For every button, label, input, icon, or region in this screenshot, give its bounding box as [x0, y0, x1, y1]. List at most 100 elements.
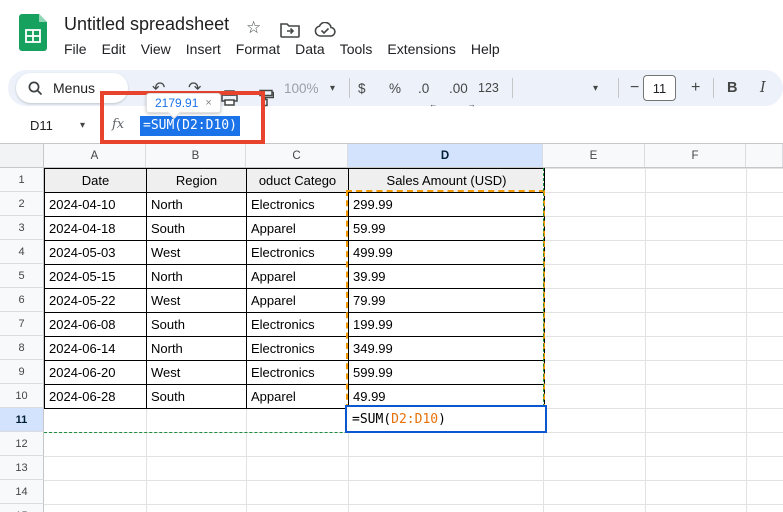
column-header-d[interactable]: D [348, 144, 543, 168]
table-cell[interactable]: Apparel [247, 265, 349, 289]
row-header-6[interactable]: 6 [0, 288, 44, 312]
format-percent-button[interactable]: % [389, 70, 401, 106]
sheets-logo-icon[interactable] [19, 14, 47, 51]
font-size-input[interactable]: 11 [643, 75, 676, 101]
menu-format[interactable]: Format [236, 41, 280, 57]
menu-edit[interactable]: Edit [102, 41, 126, 57]
gridline [44, 504, 783, 505]
row-header-8[interactable]: 8 [0, 336, 44, 360]
table-cell[interactable]: 2024-04-10 [45, 193, 147, 217]
increase-font-size-button[interactable]: + [691, 70, 700, 106]
table-cell[interactable]: 2024-04-18 [45, 217, 147, 241]
column-header-c[interactable]: C [246, 144, 348, 168]
row-header-4[interactable]: 4 [0, 240, 44, 264]
menu-file[interactable]: File [64, 41, 87, 57]
table-header-cell[interactable]: Date [45, 169, 147, 193]
select-all-corner[interactable] [0, 144, 44, 168]
zoom-select[interactable]: 100% [284, 70, 319, 106]
table-cell[interactable]: 599.99 [349, 361, 545, 385]
table-cell[interactable]: North [147, 337, 247, 361]
increase-decimal-button[interactable]: .00 → [449, 70, 468, 106]
table-cell[interactable]: Electronics [247, 361, 349, 385]
table-cell[interactable]: 349.99 [349, 337, 545, 361]
table-cell[interactable]: Electronics [247, 337, 349, 361]
spreadsheet-grid: ABCDEF 123456789101112131415 DateRegiono… [0, 144, 783, 512]
table-cell[interactable]: 2024-05-15 [45, 265, 147, 289]
column-header-e[interactable]: E [543, 144, 645, 168]
table-cell[interactable]: 2024-06-08 [45, 313, 147, 337]
table-cell[interactable]: South [147, 217, 247, 241]
zoom-caret-icon: ▾ [330, 70, 335, 106]
toolbar-divider [713, 78, 714, 98]
row-header-1[interactable]: 1 [0, 168, 44, 192]
row-header-13[interactable]: 13 [0, 456, 44, 480]
table-cell[interactable]: North [147, 193, 247, 217]
table-header-cell[interactable]: Sales Amount (USD) [349, 169, 545, 193]
column-header-f[interactable]: F [645, 144, 746, 168]
menu-extensions[interactable]: Extensions [387, 41, 455, 57]
format-currency-button[interactable]: $ [358, 70, 366, 106]
move-folder-icon[interactable] [280, 22, 300, 38]
menu-view[interactable]: View [141, 41, 171, 57]
data-table: DateRegionoduct CategoSales Amount (USD)… [44, 168, 545, 409]
menu-data[interactable]: Data [295, 41, 325, 57]
column-header-b[interactable]: B [146, 144, 246, 168]
decrease-font-size-button[interactable]: − [630, 70, 639, 106]
table-cell[interactable]: West [147, 241, 247, 265]
formula-result-value: 2179.91 [155, 96, 198, 110]
name-box[interactable]: D11 ▾ [0, 108, 96, 143]
cloud-saved-icon[interactable] [314, 22, 336, 38]
menu-insert[interactable]: Insert [186, 41, 221, 57]
column-header-a[interactable]: A [44, 144, 146, 168]
toolbar-divider [349, 78, 350, 98]
row-header-9[interactable]: 9 [0, 360, 44, 384]
table-cell[interactable]: Electronics [247, 241, 349, 265]
table-cell[interactable]: 499.99 [349, 241, 545, 265]
table-cell[interactable]: 2024-06-14 [45, 337, 147, 361]
formula-result-tooltip: 2179.91 × [146, 93, 221, 113]
table-cell[interactable]: 79.99 [349, 289, 545, 313]
font-select-caret-icon[interactable]: ▾ [593, 70, 598, 106]
row-header-12[interactable]: 12 [0, 432, 44, 456]
table-cell[interactable]: 59.99 [349, 217, 545, 241]
search-menus-label: Menus [53, 80, 95, 96]
row-header-5[interactable]: 5 [0, 264, 44, 288]
table-cell[interactable]: South [147, 313, 247, 337]
table-cell[interactable]: Apparel [247, 385, 349, 409]
table-cell[interactable]: Electronics [247, 313, 349, 337]
row-header-10[interactable]: 10 [0, 384, 44, 408]
document-title[interactable]: Untitled spreadsheet [64, 14, 229, 35]
tooltip-close-icon[interactable]: × [205, 97, 211, 109]
table-cell[interactable]: Apparel [247, 217, 349, 241]
table-cell[interactable]: 39.99 [349, 265, 545, 289]
table-cell[interactable]: West [147, 289, 247, 313]
table-cell[interactable]: 2024-06-28 [45, 385, 147, 409]
more-formats-button[interactable]: 123 [478, 70, 499, 106]
table-cell[interactable]: Electronics [247, 193, 349, 217]
table-cell[interactable]: 2024-05-03 [45, 241, 147, 265]
table-cell[interactable]: 199.99 [349, 313, 545, 337]
table-cell[interactable]: West [147, 361, 247, 385]
column-header[interactable] [746, 144, 783, 168]
decrease-decimal-button[interactable]: .0 ← [418, 70, 429, 106]
row-header-14[interactable]: 14 [0, 480, 44, 504]
row-header-15[interactable]: 15 [0, 504, 44, 512]
menu-help[interactable]: Help [471, 41, 500, 57]
row-header-2[interactable]: 2 [0, 192, 44, 216]
bold-button[interactable]: B [727, 70, 737, 106]
table-cell[interactable]: North [147, 265, 247, 289]
row-header-3[interactable]: 3 [0, 216, 44, 240]
italic-button[interactable]: I [760, 70, 766, 106]
table-header-cell[interactable]: oduct Catego [247, 169, 349, 193]
table-cell[interactable]: Apparel [247, 289, 349, 313]
star-icon[interactable]: ☆ [246, 19, 261, 36]
table-cell[interactable]: South [147, 385, 247, 409]
menu-tools[interactable]: Tools [340, 41, 373, 57]
cell-d11-editing[interactable]: =SUM(D2:D10) [345, 405, 547, 433]
table-header-cell[interactable]: Region [147, 169, 247, 193]
row-header-11[interactable]: 11 [0, 408, 44, 432]
table-cell[interactable]: 2024-05-22 [45, 289, 147, 313]
row-header-7[interactable]: 7 [0, 312, 44, 336]
table-cell[interactable]: 2024-06-20 [45, 361, 147, 385]
table-cell[interactable]: 299.99 [349, 193, 545, 217]
